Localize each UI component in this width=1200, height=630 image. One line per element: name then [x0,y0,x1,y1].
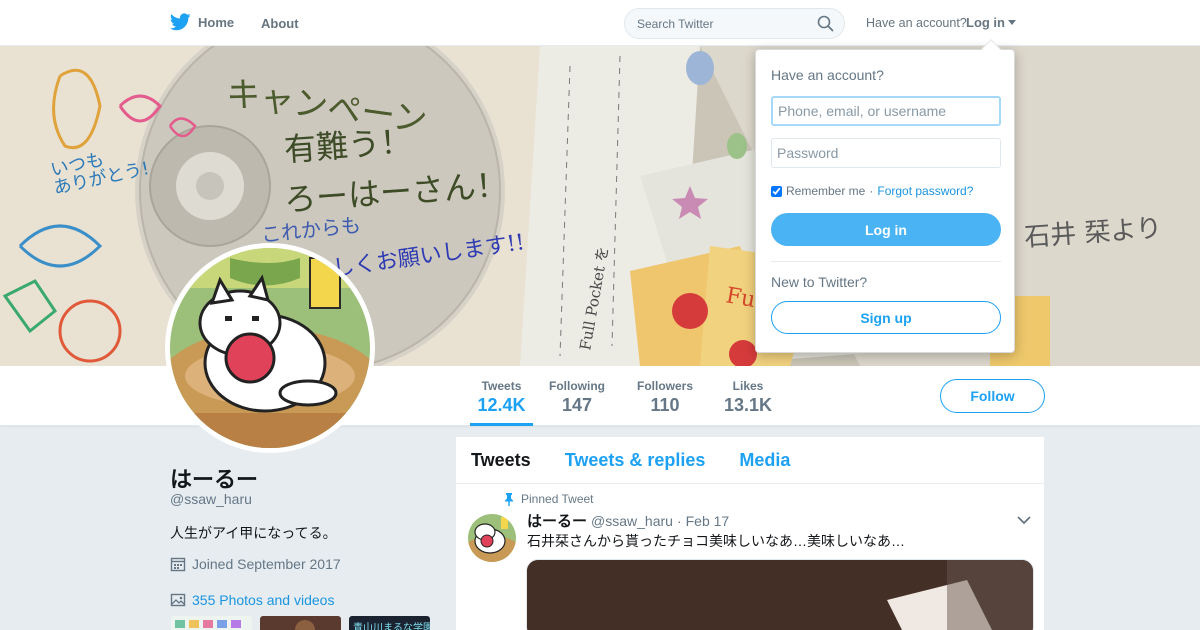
tweet-avatar[interactable] [468,514,516,562]
home-nav-link[interactable]: Home [170,13,234,31]
profile-bio: 人生がアイ甲になってる。 [170,525,337,541]
search-input[interactable] [625,9,805,38]
follow-button[interactable]: Follow [940,379,1045,413]
profile-joined: Joined September 2017 [170,556,341,572]
username-field[interactable] [771,96,1001,126]
remember-me-row: Remember me · Forgot password? [771,184,973,198]
search-icon[interactable] [817,15,834,32]
stat-tweets-value: 12.4K [477,395,526,415]
thumbnail-text: 青山川まるな学園 夕 [353,623,430,630]
tweet-text: 石井栞さんから貰ったチョコ美味しいなあ…美味しいなあ… [527,533,905,549]
stat-likes[interactable]: Likes 13.1K [723,379,773,416]
photos-videos-link[interactable]: 355 Photos and videos [170,592,334,608]
password-field[interactable] [771,138,1001,168]
top-nav-bar: Home About Have an account? Log in [0,0,1200,46]
photos-videos-label: 355 Photos and videos [192,592,335,608]
forgot-password-link[interactable]: Forgot password? [877,184,973,198]
tab-media[interactable]: Media [739,450,790,471]
login-dropdown-toggle[interactable]: Log in [966,15,1016,30]
remember-separator: · [869,184,874,198]
profile-avatar[interactable] [165,243,375,453]
stat-followers-label: Followers [636,379,693,393]
twitter-bird-icon [170,13,191,31]
pinned-text: Pinned Tweet [521,492,594,506]
tweet-media-image[interactable] [526,559,1034,630]
caret-down-icon [1008,20,1016,25]
stat-tweets[interactable]: Tweets 12.4K [470,379,533,426]
tweet-separator: · [676,513,682,529]
about-nav-link[interactable]: About [261,16,299,31]
stat-followers[interactable]: Followers 110 [635,379,695,416]
have-account-label: Have an account? [866,16,967,30]
profile-handle[interactable]: @ssaw_haru [170,491,252,507]
login-button[interactable]: Log in [771,213,1001,246]
stat-likes-label: Likes [732,379,764,393]
timeline-tabs: Tweets Tweets & replies Media [456,437,1044,484]
stat-following-value: 147 [561,395,593,415]
dropdown-title: Have an account? [771,67,884,83]
home-label: Home [198,14,235,30]
profile-name[interactable]: はーるー [170,462,258,494]
pinned-tweet-label: Pinned Tweet [504,492,594,506]
tab-tweets-replies[interactable]: Tweets & replies [565,450,706,471]
login-label: Log in [966,15,1005,30]
tab-tweets[interactable]: Tweets [471,450,531,471]
image-icon [170,593,186,607]
stat-followers-value: 110 [650,395,680,415]
tweet-author-name[interactable]: はーるー [527,510,587,531]
tweet-date[interactable]: Feb 17 [686,513,730,529]
signup-button[interactable]: Sign up [771,301,1001,334]
stat-likes-value: 13.1K [723,395,773,415]
banner-text-fu: Fu [724,283,757,313]
tweet-author-handle[interactable]: @ssaw_haru [591,513,673,529]
remember-me-label[interactable]: Remember me [786,184,865,198]
new-to-twitter-label: New to Twitter? [771,274,868,290]
timeline: Tweets Tweets & replies Media Pinned Twe… [456,437,1044,630]
dropdown-divider [771,261,1001,262]
media-thumbnail[interactable]: 青山川まるな学園 夕 [349,616,430,630]
chevron-down-icon[interactable] [1017,515,1031,525]
media-thumbnail[interactable] [171,616,252,630]
calendar-icon [170,557,186,572]
pin-icon [505,492,513,506]
remember-me-checkbox[interactable] [771,185,782,197]
search-box [624,8,845,39]
media-thumbnail[interactable] [260,616,341,630]
stat-following[interactable]: Following 147 [547,379,607,416]
tweet-header: はーるー @ssaw_haru · Feb 17 [527,510,729,531]
profile-joined-text: Joined September 2017 [192,556,341,572]
stat-following-label: Following [549,379,605,393]
media-thumbnails: 青山川まるな学園 夕 [171,616,430,630]
stat-tweets-label: Tweets [481,379,522,393]
login-dropdown: Have an account? Remember me · Forgot pa… [755,39,1015,353]
